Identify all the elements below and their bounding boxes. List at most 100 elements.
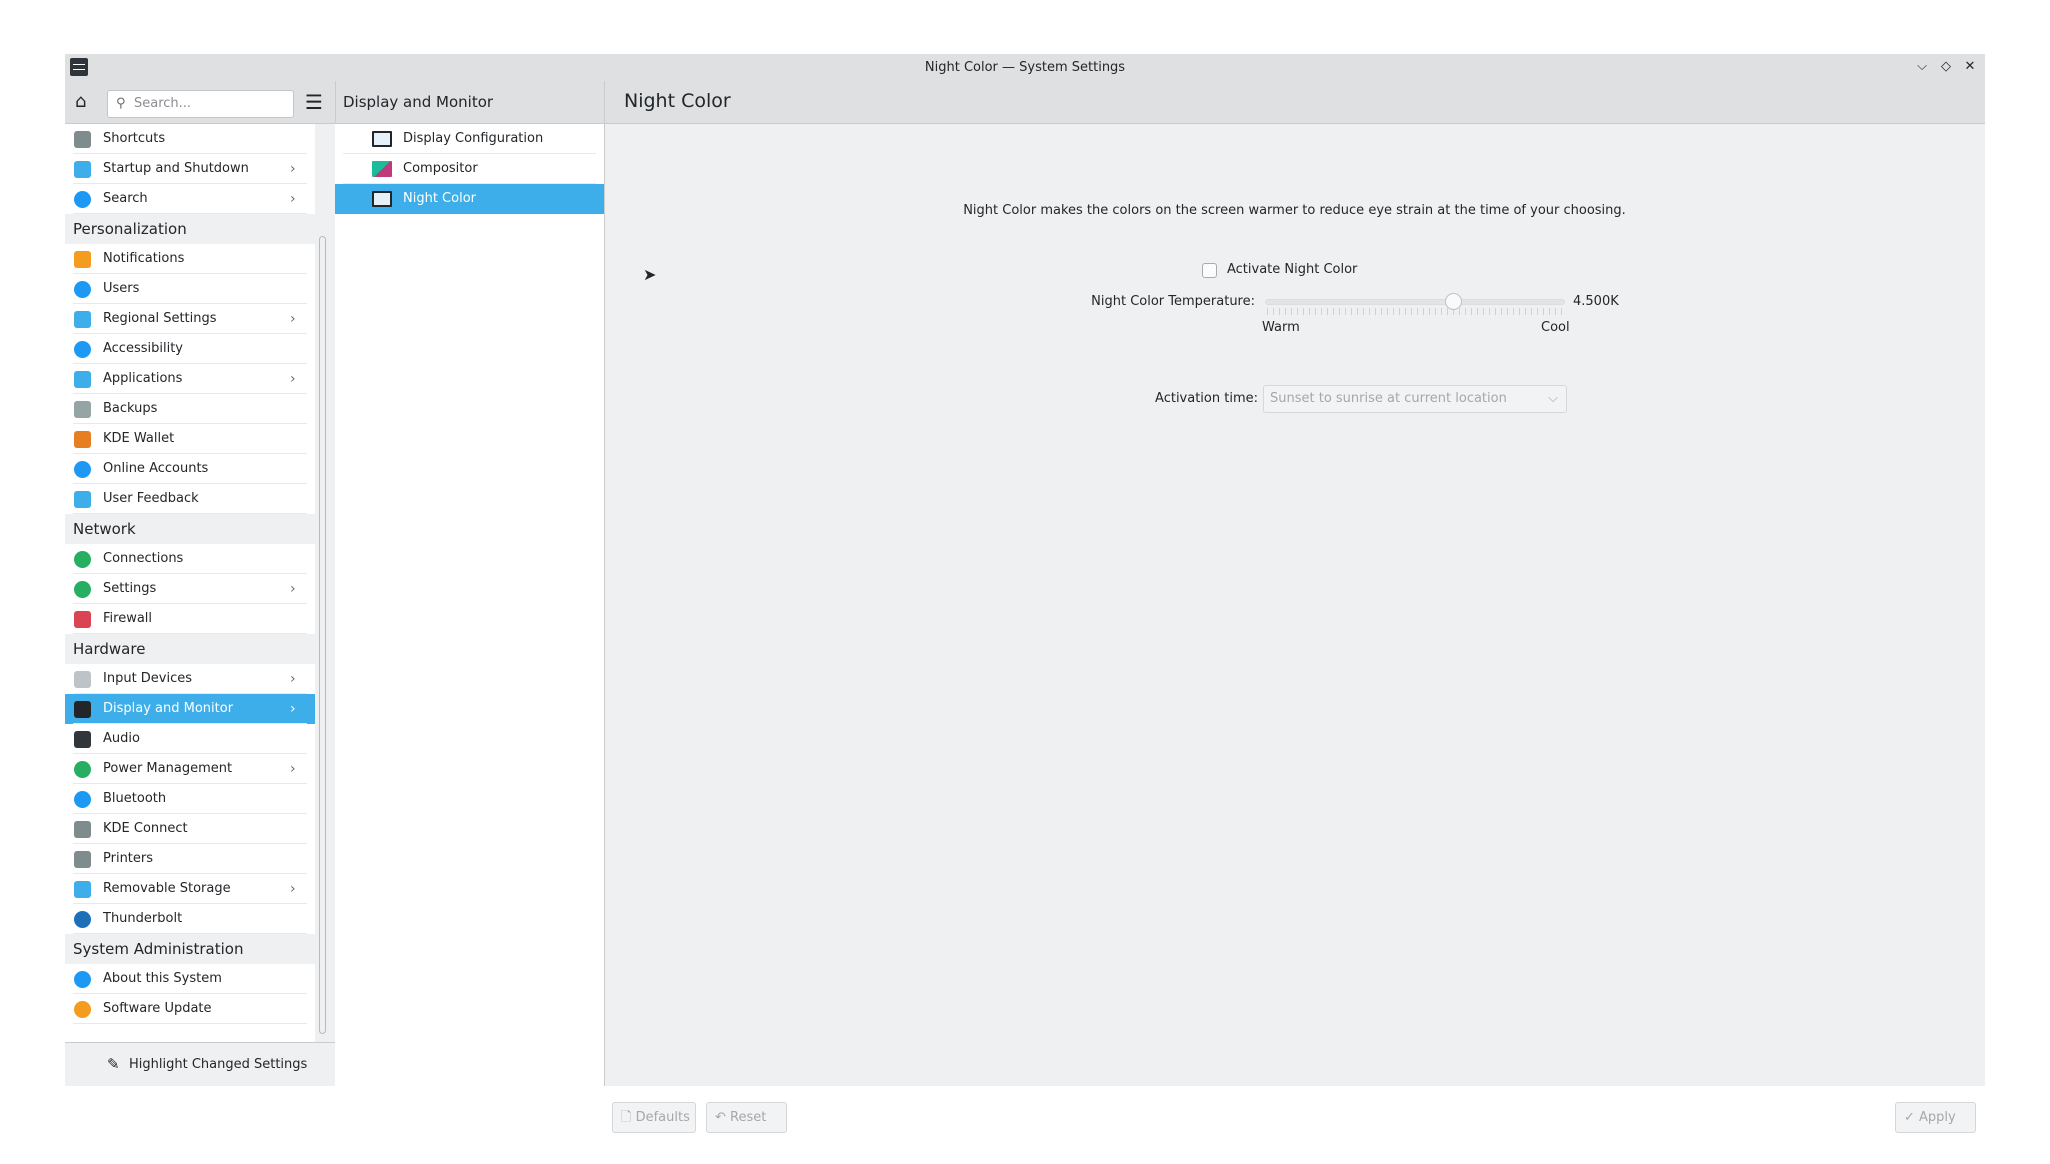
temperature-slider[interactable] xyxy=(1265,299,1565,305)
sidebar-item-label: Accessibility xyxy=(103,341,183,356)
chevron-right-icon: › xyxy=(290,581,296,597)
sidebar-category: System Administration xyxy=(65,934,315,964)
sidebar-item[interactable]: Input Devices › xyxy=(65,664,315,694)
sidebar-item-label: Shortcuts xyxy=(103,131,166,146)
sidebar-item-label: Hardware xyxy=(73,640,146,658)
sidebar-item-label: Audio xyxy=(103,731,140,746)
warm-label: Warm xyxy=(1262,320,1300,335)
defaults-button[interactable]: 🗋 Defaults xyxy=(612,1102,696,1133)
sidebar-item-label: Firewall xyxy=(103,611,153,626)
sidebar-item[interactable]: User Feedback xyxy=(65,484,315,514)
sidebar-item[interactable]: Users xyxy=(65,274,315,304)
sidebar-item[interactable]: Startup and Shutdown › xyxy=(65,154,315,184)
close-icon: ✕ xyxy=(1964,59,1976,74)
bluetooth-icon xyxy=(74,791,91,808)
bell-icon xyxy=(74,251,91,268)
sidebar-item[interactable]: Regional Settings › xyxy=(65,304,315,334)
sidebar-item-label: Bluetooth xyxy=(103,791,167,806)
backup-icon xyxy=(74,401,91,418)
sidebar-item[interactable]: Bluetooth xyxy=(65,784,315,814)
activate-night-color-checkbox[interactable] xyxy=(1202,263,1217,278)
sidebar-item[interactable]: Firewall xyxy=(65,604,315,634)
apply-label: Apply xyxy=(1919,1110,1956,1125)
sidebar-item[interactable]: KDE Connect xyxy=(65,814,315,844)
sidebar-item[interactable]: Audio xyxy=(65,724,315,754)
sidebar-item[interactable]: Search › xyxy=(65,184,315,214)
phone-icon xyxy=(74,821,91,838)
sidebar-item[interactable]: Applications › xyxy=(65,364,315,394)
chevron-right-icon: › xyxy=(290,191,296,207)
reset-button[interactable]: ↶ Reset xyxy=(706,1102,787,1133)
item-label: Night Color xyxy=(403,191,476,206)
sidebar-item[interactable]: Power Management › xyxy=(65,754,315,784)
chevron-down-icon: ⌵ xyxy=(1917,59,1927,74)
sidebar-item[interactable]: Thunderbolt xyxy=(65,904,315,934)
search-placeholder: Search... xyxy=(134,96,192,111)
power-icon xyxy=(74,761,91,778)
minimize-button[interactable]: ⌵ xyxy=(1913,58,1931,76)
subcategory-night-color[interactable]: Night Color xyxy=(335,184,604,214)
printer-icon xyxy=(74,851,91,868)
subcategory-compositor[interactable]: Compositor xyxy=(335,154,604,184)
globe-icon xyxy=(74,581,91,598)
page-title: Night Color xyxy=(624,90,731,112)
document-icon: 🗋 xyxy=(621,1110,636,1125)
compositor-icon xyxy=(372,161,392,177)
window-title: Night Color — System Settings xyxy=(924,60,1126,75)
sidebar-item[interactable]: Connections xyxy=(65,544,315,574)
sidebar-item[interactable]: KDE Wallet xyxy=(65,424,315,454)
info-icon xyxy=(74,971,91,988)
sidebar-item[interactable]: Software Update xyxy=(65,994,315,1024)
sidebar-item[interactable]: About this System xyxy=(65,964,315,994)
chevron-right-icon: › xyxy=(290,311,296,327)
check-icon: ✓ xyxy=(1904,1110,1920,1125)
firewall-icon xyxy=(74,611,91,628)
system-settings-window: Night Color — System Settings ⌵ ◇ ✕ ⌂ ⚲ S… xyxy=(65,54,1985,1133)
hamburger-menu-button[interactable]: ☰ xyxy=(305,92,323,112)
sidebar-item-label: Display and Monitor xyxy=(103,701,234,716)
pen-icon: ✎ xyxy=(107,1055,120,1073)
activation-time-dropdown[interactable]: Sunset to sunrise at current location ⌵ xyxy=(1263,385,1567,413)
subcategory-display-configuration[interactable]: Display Configuration xyxy=(335,124,604,154)
reset-label: Reset xyxy=(730,1110,767,1125)
monitor-icon xyxy=(372,131,392,147)
sidebar-item[interactable]: Online Accounts xyxy=(65,454,315,484)
sidebar-scrollbar[interactable] xyxy=(319,236,326,1034)
sidebar-item-label: Backups xyxy=(103,401,158,416)
sidebar-item[interactable]: Display and Monitor › xyxy=(65,694,315,724)
activate-night-color-label[interactable]: Activate Night Color xyxy=(1227,262,1357,277)
sidebar-item[interactable]: Accessibility xyxy=(65,334,315,364)
sidebar-item-label: Settings xyxy=(103,581,157,596)
apply-button[interactable]: ✓ Apply xyxy=(1895,1102,1976,1133)
menu-icon: ☰ xyxy=(305,90,323,114)
sidebar-item[interactable]: Backups xyxy=(65,394,315,424)
activation-time-value: Sunset to sunrise at current location xyxy=(1270,391,1507,406)
middle-column-title: Display and Monitor xyxy=(343,93,494,111)
globe-icon xyxy=(74,461,91,478)
cool-label: Cool xyxy=(1541,320,1570,335)
sidebar-item-label: Thunderbolt xyxy=(103,911,183,926)
sidebar-item-label: KDE Connect xyxy=(103,821,188,836)
search-icon xyxy=(74,191,91,208)
sidebar-item-label: Startup and Shutdown xyxy=(103,161,249,176)
home-button[interactable]: ⌂ xyxy=(75,93,86,111)
sidebar-item[interactable]: Settings › xyxy=(65,574,315,604)
close-button[interactable]: ✕ xyxy=(1961,58,1979,76)
temperature-slider-handle[interactable] xyxy=(1445,293,1462,310)
highlight-changed-settings-button[interactable]: ✎ Highlight Changed Settings xyxy=(65,1042,335,1086)
chevron-right-icon: › xyxy=(290,671,296,687)
sidebar-category: Personalization xyxy=(65,214,315,244)
highlight-changed-settings-label: Highlight Changed Settings xyxy=(129,1057,308,1072)
sidebar-item-label: Personalization xyxy=(73,220,187,238)
sidebar-item[interactable]: Printers xyxy=(65,844,315,874)
sidebar-item[interactable]: Removable Storage › xyxy=(65,874,315,904)
sidebar-category: Hardware xyxy=(65,634,315,664)
sidebar-item[interactable]: Shortcuts xyxy=(65,124,315,154)
maximize-button[interactable]: ◇ xyxy=(1937,58,1955,76)
sidebar-item-label: Notifications xyxy=(103,251,185,266)
sidebar-item-label: Software Update xyxy=(103,1001,212,1016)
sidebar-item-label: Online Accounts xyxy=(103,461,209,476)
search-input[interactable]: ⚲ Search... xyxy=(107,90,294,118)
sidebar-item[interactable]: Notifications xyxy=(65,244,315,274)
mouse-icon xyxy=(74,671,91,688)
